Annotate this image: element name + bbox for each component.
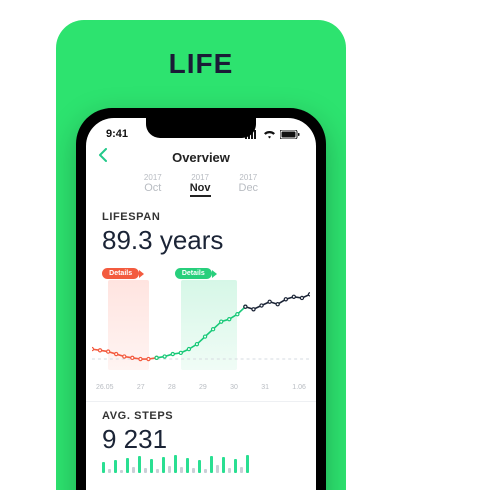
step-bar	[186, 458, 189, 473]
step-bar	[228, 468, 231, 473]
step-bar	[204, 469, 207, 473]
month-prev[interactable]: 2017 Oct	[144, 173, 162, 197]
step-bar	[180, 467, 183, 473]
step-bar	[246, 455, 249, 473]
chevron-left-icon	[98, 148, 110, 162]
x-tick: 31	[261, 384, 269, 391]
step-bar	[108, 469, 111, 473]
step-bar	[234, 459, 237, 473]
page-title: Overview	[172, 150, 230, 165]
step-bar	[216, 465, 219, 473]
x-tick: 30	[230, 384, 238, 391]
lifespan-section: LIFESPAN 89.3 years	[86, 203, 316, 256]
x-tick: 29	[199, 384, 207, 391]
steps-section: AVG. STEPS 9 231	[86, 402, 316, 455]
x-tick: 26.05	[96, 384, 114, 391]
nav-header: Overview	[86, 144, 316, 169]
month-next[interactable]: 2017 Dec	[239, 173, 259, 197]
step-bar	[222, 457, 225, 473]
steps-chart	[86, 455, 316, 473]
steps-value: 9 231	[102, 424, 300, 455]
step-bar	[150, 459, 153, 473]
month-selector[interactable]: 2017 Oct 2017 Nov 2017 Dec	[86, 169, 316, 203]
step-bar	[174, 455, 177, 473]
step-bar	[168, 466, 171, 473]
lifespan-x-axis: 26.05 27 28 29 30 31 1.06	[86, 382, 316, 391]
step-bar	[132, 467, 135, 473]
step-bar	[120, 470, 123, 473]
month-current[interactable]: 2017 Nov	[190, 173, 211, 197]
step-bar	[138, 456, 141, 473]
step-bar	[210, 456, 213, 473]
lifespan-chart: Details Details	[92, 264, 310, 382]
steps-label: AVG. STEPS	[102, 410, 300, 422]
step-bar	[162, 457, 165, 473]
promo-card: LIFE 9:41 Overview 2017	[56, 20, 346, 490]
lifespan-label: LIFESPAN	[102, 211, 300, 223]
step-bar	[192, 468, 195, 473]
notch	[146, 118, 256, 138]
back-button[interactable]	[98, 148, 110, 167]
step-bar	[240, 467, 243, 473]
step-bar	[102, 462, 105, 473]
phone-frame: 9:41 Overview 2017 Oct 20	[76, 108, 326, 490]
step-bar	[156, 469, 159, 473]
x-tick: 27	[137, 384, 145, 391]
x-tick: 1.06	[292, 384, 306, 391]
step-bar	[198, 460, 201, 473]
step-bar	[144, 468, 147, 473]
step-bar	[126, 458, 129, 473]
step-bar	[114, 460, 117, 473]
battery-icon	[280, 130, 300, 139]
status-time: 9:41	[106, 128, 128, 140]
x-tick: 28	[168, 384, 176, 391]
brand-logo: LIFE	[56, 48, 346, 80]
lifespan-line-svg	[92, 264, 310, 381]
lifespan-value: 89.3 years	[102, 225, 300, 256]
phone-screen: 9:41 Overview 2017 Oct 20	[86, 118, 316, 490]
wifi-icon	[263, 130, 276, 139]
